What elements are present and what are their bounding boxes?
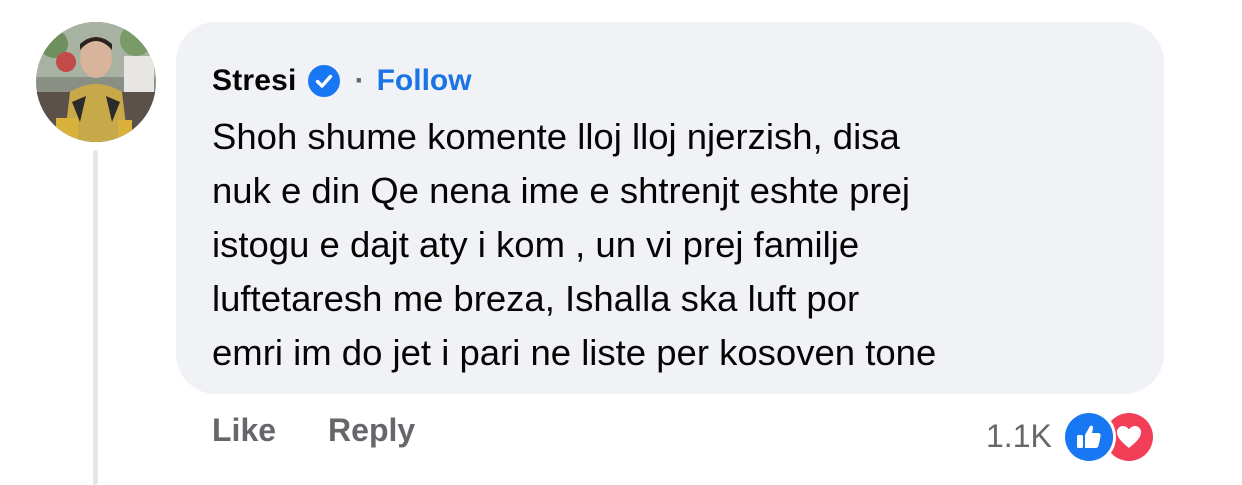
reply-thread-line: [93, 150, 98, 485]
comment-bubble: Stresi · Follow Shoh shume komente lloj …: [176, 22, 1164, 394]
verified-badge-icon: [307, 64, 341, 98]
comment-text: Shoh shume komente lloj lloj njerzish, d…: [212, 116, 937, 373]
like-button[interactable]: Like: [212, 412, 276, 449]
author-name[interactable]: Stresi: [212, 64, 297, 98]
reply-button[interactable]: Reply: [328, 412, 415, 449]
follow-button[interactable]: Follow: [377, 64, 472, 98]
author-avatar[interactable]: [36, 22, 156, 142]
comment-header: Stresi · Follow: [212, 58, 1134, 104]
separator-dot: ·: [354, 64, 365, 97]
reaction-icons: [1061, 410, 1158, 464]
like-reaction-icon: [1061, 410, 1116, 464]
reaction-count: 1.1K: [986, 417, 1052, 454]
comment-actions: Like Reply: [212, 412, 415, 449]
avatar-image: [36, 22, 156, 142]
reactions-summary[interactable]: 1.1K: [986, 410, 1158, 464]
